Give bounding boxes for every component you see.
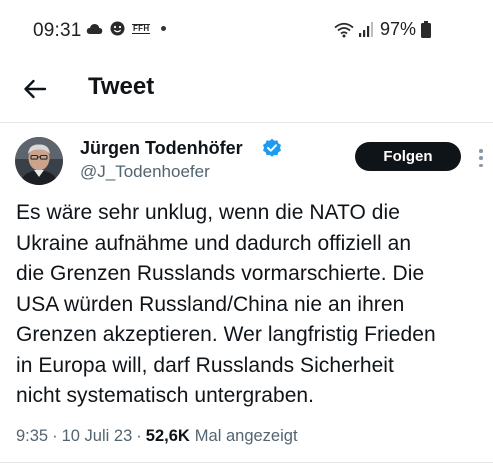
face-icon [110,21,125,36]
status-bar: 09:31 FFH 97% [0,0,493,58]
signal-icon [358,22,373,37]
battery-icon [421,21,431,38]
tweet-time[interactable]: 9:35 [16,427,48,446]
more-options-icon[interactable] [478,149,484,167]
status-right-icons: 97% [334,19,431,40]
more-dot [479,156,483,160]
meta-divider [0,462,493,463]
follow-button[interactable]: Folgen [355,142,461,171]
author-handle[interactable]: @J_Todenhoefer [80,162,210,182]
view-count-label: Mal angezeigt [194,427,298,445]
battery-percent: 97% [379,19,416,39]
notification-dot-icon [161,26,167,31]
tweet-text: Es wäre sehr unklug, wenn die NATO die U… [16,201,436,407]
arrow-left-icon[interactable] [22,76,48,102]
status-notification-icons: FFH [86,21,167,36]
wifi-icon [334,22,354,38]
ffh-app-icon: FFH [132,23,151,34]
page-title: Tweet [88,73,155,100]
cloud-icon [86,23,103,35]
more-dot [479,149,483,153]
meta-separator: · [52,427,58,445]
avatar[interactable] [15,137,63,185]
header-divider [0,122,493,123]
author-name[interactable]: Jürgen Todenhöfer [80,138,243,159]
more-dot [479,163,483,167]
top-app-bar: Tweet [0,58,493,120]
status-time: 09:31 [33,20,82,41]
tweet-meta: 9:35 · 10 Juli 23 · 52,6K Mal angezeigt [16,427,298,446]
tweet-date[interactable]: 10 Juli 23 [62,427,133,446]
meta-separator: · [136,427,142,445]
verified-badge-icon [262,138,282,158]
view-count[interactable]: 52,6K [146,427,190,446]
